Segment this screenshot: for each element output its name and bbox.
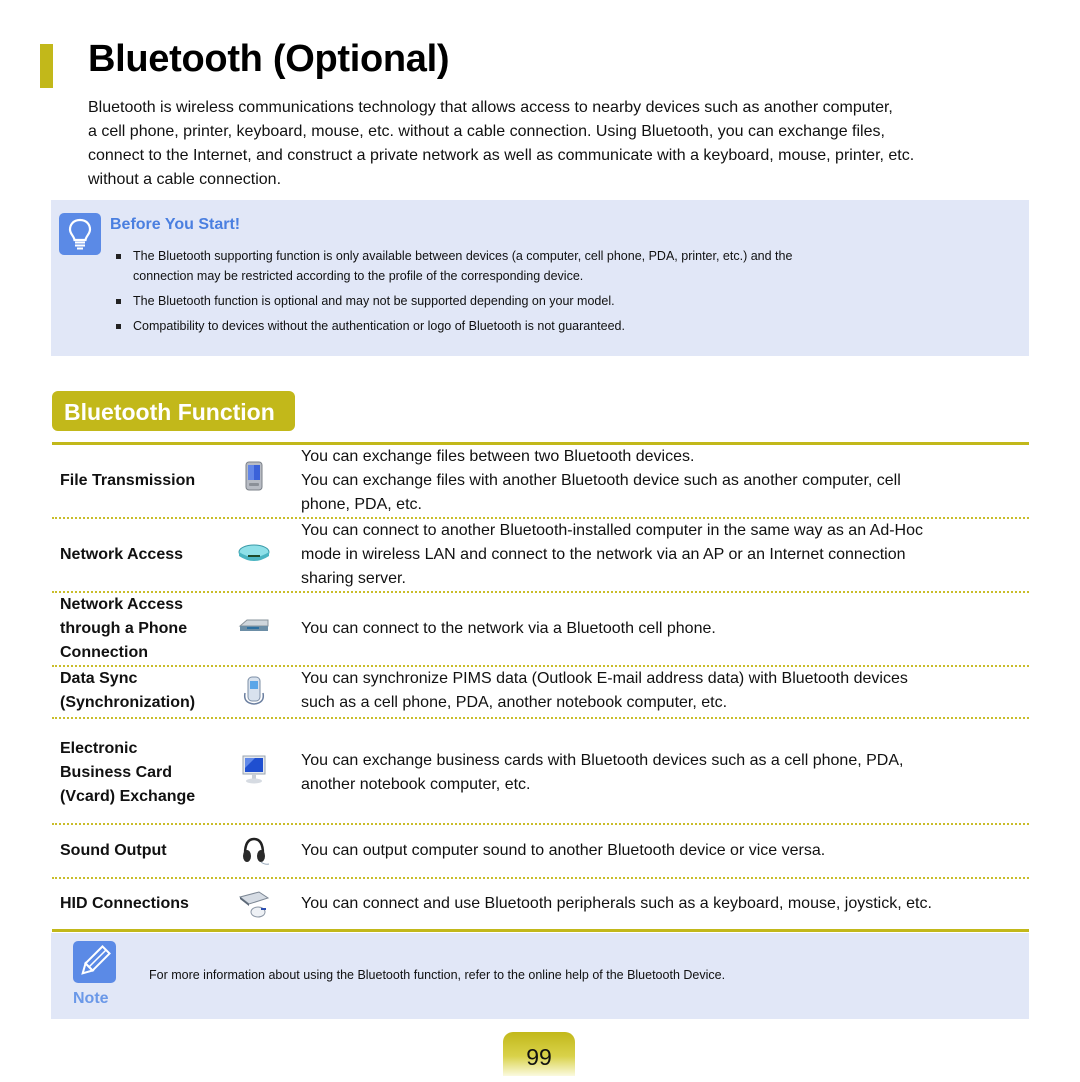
row-description: You can connect to the network via a Blu… <box>301 620 716 637</box>
intro-line: Bluetooth is wireless communications tec… <box>88 99 893 116</box>
row-description: You can synchronize PIMS data (Outlook E… <box>301 670 908 711</box>
tip-item: Compatibility to devices without the aut… <box>113 316 792 336</box>
row-name: Data Sync (Synchronization) <box>60 670 196 711</box>
intro-line: connect to the Internet, and construct a… <box>88 147 915 164</box>
row-description: You can exchange files between two Bluet… <box>301 448 901 513</box>
tip-item: The Bluetooth supporting function is onl… <box>113 246 792 266</box>
row-description: You can connect to another Bluetooth-ins… <box>301 522 924 587</box>
table-row: HID Connections You can connect and use … <box>52 879 1029 932</box>
row-description: You can exchange business cards with Blu… <box>301 752 904 793</box>
row-description: You can output computer sound to another… <box>301 842 826 859</box>
cell-phone-icon <box>237 673 271 707</box>
table-row: Network Access You can connect to anothe… <box>52 519 1029 593</box>
table-row: Data Sync (Synchronization) You can sync… <box>52 667 1029 719</box>
before-you-start-title: Before You Start! <box>110 216 241 233</box>
keyboard-mouse-icon <box>237 887 271 921</box>
row-name: HID Connections <box>60 895 189 912</box>
row-name: Network Access <box>60 546 184 563</box>
tip-item-continuation: connection may be restricted according t… <box>133 269 584 283</box>
router-icon <box>237 538 271 572</box>
intro-line: without a cable connection. <box>88 171 282 188</box>
title-accent-bar <box>40 44 53 88</box>
tip-item: The Bluetooth function is optional and m… <box>113 291 792 311</box>
row-name: Electronic Business Card (Vcard) Exchang… <box>60 740 196 805</box>
row-name: File Transmission <box>60 472 196 489</box>
before-you-start-box: Before You Start! The Bluetooth supporti… <box>51 200 1029 356</box>
pencil-icon <box>73 941 116 983</box>
row-description: You can connect and use Bluetooth periph… <box>301 895 932 912</box>
table-row: Sound Output You can output computer sou… <box>52 825 1029 879</box>
headphones-icon <box>237 834 271 868</box>
note-label: Note <box>73 990 109 1007</box>
table-row: Network Access through a Phone Connectio… <box>52 593 1029 667</box>
tip-list: The Bluetooth supporting function is onl… <box>113 246 792 341</box>
lightbulb-icon <box>59 213 101 255</box>
modem-icon <box>237 612 271 646</box>
table-row: Electronic Business Card (Vcard) Exchang… <box>52 719 1029 825</box>
row-name: Network Access through a Phone Connectio… <box>60 596 188 661</box>
intro-paragraph: Bluetooth is wireless communications tec… <box>88 96 1038 192</box>
pda-icon <box>237 460 271 494</box>
intro-line: a cell phone, printer, keyboard, mouse, … <box>88 123 885 140</box>
page-title: Bluetooth (Optional) <box>88 38 450 80</box>
section-heading: Bluetooth Function <box>52 391 295 431</box>
monitor-icon <box>237 753 271 787</box>
function-table: File Transmission You can exchange files… <box>52 445 1029 932</box>
note-text: For more information about using the Blu… <box>149 968 726 982</box>
table-row: File Transmission You can exchange files… <box>52 445 1029 519</box>
page-number: 99 <box>503 1032 575 1076</box>
row-name: Sound Output <box>60 842 167 859</box>
note-box: Note For more information about using th… <box>51 933 1029 1019</box>
